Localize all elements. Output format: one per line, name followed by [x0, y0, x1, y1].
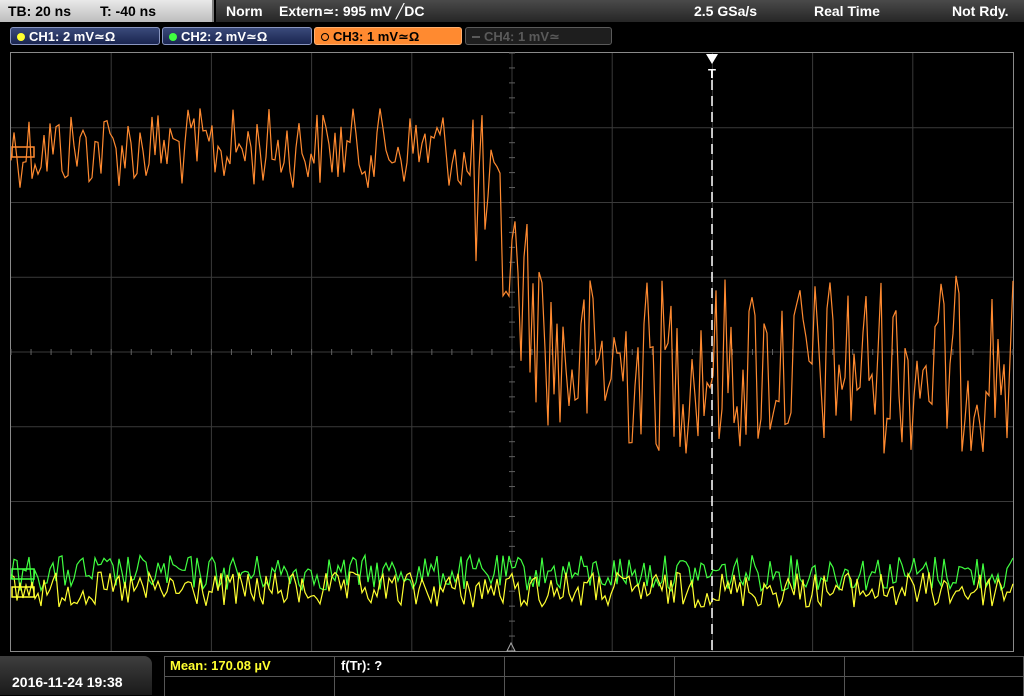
- ready-state: Not Rdy.: [952, 3, 1009, 19]
- measurement-rise-freq[interactable]: f(Tr): ?: [341, 658, 382, 673]
- timebase-value[interactable]: TB: 20 ns: [8, 3, 71, 19]
- bottom-bar: 2016-11-24 19:38 Mean: 170.08 µV f(Tr): …: [0, 656, 1024, 696]
- channel-2-label: CH2: 2 mV≃Ω: [181, 29, 268, 44]
- trigger-info-panel: Norm Extern≃: 995 mV ╱DC 2.5 GSa/s Real …: [216, 0, 1024, 22]
- channel-4-label: CH4: 1 mV≃: [484, 29, 560, 44]
- channel-3-tab[interactable]: CH3: 1 mV≃Ω: [314, 27, 462, 45]
- channel-3-label: CH3: 1 mV≃Ω: [333, 29, 420, 44]
- channel-3-dot-icon: [321, 33, 329, 41]
- channel-2-tab[interactable]: CH2: 2 mV≃Ω: [162, 27, 312, 45]
- channel-tabs: CH1: 2 mV≃Ω CH2: 2 mV≃Ω CH3: 1 mV≃Ω CH4:…: [0, 24, 1024, 50]
- status-bar: TB: 20 ns T: -40 ns Norm Extern≃: 995 mV…: [0, 0, 1024, 24]
- waveform-display[interactable]: T: [0, 50, 1024, 656]
- measurement-mean[interactable]: Mean: 170.08 µV: [170, 658, 271, 673]
- datetime-text: 2016-11-24 19:38: [12, 674, 123, 690]
- trigger-source[interactable]: Extern≃: 995 mV ╱DC: [279, 3, 424, 20]
- channel-4-tab[interactable]: CH4: 1 mV≃: [465, 27, 612, 45]
- measurement-panel[interactable]: Mean: 170.08 µV f(Tr): ?: [164, 656, 1024, 696]
- channel-2-dot-icon: [169, 33, 177, 41]
- trigger-marker-label[interactable]: T: [708, 66, 716, 81]
- trigger-time-value[interactable]: T: -40 ns: [100, 3, 156, 19]
- datetime-box: 2016-11-24 19:38: [0, 656, 152, 695]
- measurement-row-divider: [164, 676, 1024, 677]
- channel-1-tab[interactable]: CH1: 2 mV≃Ω: [10, 27, 160, 45]
- waveform-svg[interactable]: T: [0, 50, 1024, 656]
- channel-1-dot-icon: [17, 33, 25, 41]
- timebase-panel[interactable]: TB: 20 ns T: -40 ns: [0, 0, 214, 22]
- channel-1-label: CH1: 2 mV≃Ω: [29, 29, 116, 44]
- acquisition-mode[interactable]: Real Time: [814, 3, 880, 19]
- channel-4-off-icon: [472, 36, 480, 38]
- trigger-mode[interactable]: Norm: [226, 3, 263, 19]
- sample-rate: 2.5 GSa/s: [694, 3, 758, 19]
